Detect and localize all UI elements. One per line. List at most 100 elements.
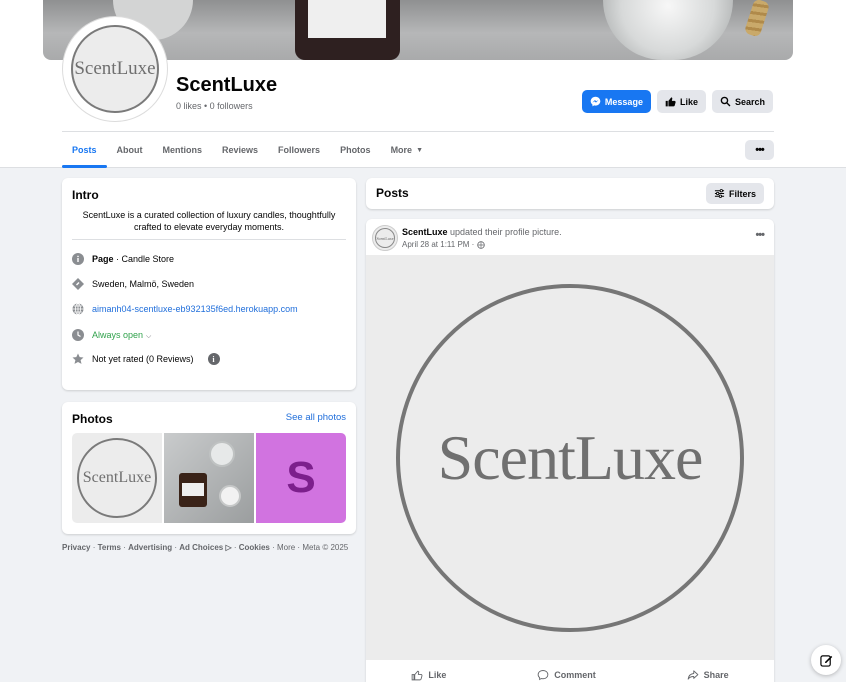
- tab-mentions[interactable]: Mentions: [153, 132, 213, 168]
- photos-title: Photos: [72, 412, 113, 426]
- footer-more[interactable]: More: [277, 543, 295, 552]
- messenger-icon: [590, 96, 601, 107]
- compose-icon: [819, 654, 832, 667]
- avatar-logo: ScentLuxe: [71, 25, 159, 113]
- post-meta: April 28 at 1:11 PM ·: [402, 240, 486, 249]
- info-icon: [72, 253, 84, 265]
- page-header: ScentLuxe ScentLuxe 0 likes • 0 follower…: [0, 0, 846, 168]
- post-comment-button[interactable]: Comment: [537, 669, 596, 681]
- intro-title: Intro: [72, 188, 99, 202]
- tab-photos[interactable]: Photos: [330, 132, 381, 168]
- footer-meta: Meta © 2025: [302, 543, 349, 552]
- post-card: ScentLuxe ScentLuxe updated their profil…: [366, 219, 774, 682]
- post-share-button[interactable]: Share: [687, 669, 729, 681]
- thumbs-up-icon: [665, 97, 676, 107]
- tab-posts[interactable]: Posts: [62, 132, 107, 168]
- page-label: Page: [92, 254, 114, 264]
- page-tabs: Posts About Mentions Reviews Followers P…: [62, 132, 433, 168]
- page-stats: 0 likes • 0 followers: [176, 101, 253, 111]
- chevron-down-icon: ⌵: [146, 332, 152, 340]
- post-like-button[interactable]: Like: [411, 669, 446, 681]
- website-link[interactable]: aimanh04-scentluxe-eb932135f6ed.herokuap…: [92, 304, 298, 314]
- post-options-button[interactable]: •••: [755, 229, 765, 241]
- new-message-button[interactable]: [811, 645, 841, 675]
- location-icon: [72, 278, 84, 290]
- tab-followers[interactable]: Followers: [268, 132, 330, 168]
- post-timestamp[interactable]: April 28 at 1:11 PM ·: [402, 240, 474, 249]
- hours-dropdown[interactable]: Always open ⌵: [92, 330, 151, 341]
- post-share-label: Share: [703, 669, 729, 680]
- photo-thumbnail-candles[interactable]: [164, 433, 254, 523]
- comment-icon: [537, 669, 549, 680]
- intro-divider: [72, 239, 346, 240]
- page-actions: Message Like Search: [581, 90, 773, 113]
- footer-advertising[interactable]: Advertising: [128, 543, 172, 552]
- search-page-button[interactable]: Search: [711, 90, 773, 113]
- clock-icon: [72, 329, 84, 341]
- message-button-label: Message: [604, 96, 643, 107]
- intro-page-category: Page · Candle Store: [72, 253, 174, 265]
- intro-website: aimanh04-scentluxe-eb932135f6ed.herokuap…: [72, 303, 298, 315]
- hours-text: Always open: [92, 329, 144, 340]
- post-action-text: updated their profile picture.: [447, 227, 562, 237]
- share-icon: [687, 669, 698, 680]
- globe-icon: [72, 303, 84, 315]
- footer-terms[interactable]: Terms: [98, 543, 121, 552]
- post-author-name[interactable]: ScentLuxe: [402, 227, 448, 237]
- caret-down-icon: ▼: [416, 146, 424, 154]
- star-icon: [72, 353, 84, 365]
- profile-avatar[interactable]: ScentLuxe: [63, 17, 167, 121]
- rating-text: Not yet rated (0 Reviews): [92, 354, 194, 364]
- cover-bottle-label: [308, 0, 386, 38]
- post-header-text: ScentLuxe updated their profile picture.: [402, 227, 562, 237]
- tab-reviews[interactable]: Reviews: [212, 132, 268, 168]
- intro-card: Intro ScentLuxe is a curated collection …: [62, 178, 356, 390]
- footer-links: Privacy · Terms · Advertising · Ad Choic…: [62, 543, 349, 552]
- search-icon: [720, 96, 731, 107]
- posts-title: Posts: [376, 186, 409, 200]
- post-avatar-logo: ScentLuxe: [375, 228, 395, 248]
- footer-cookies[interactable]: Cookies: [239, 543, 270, 552]
- post-author-avatar[interactable]: ScentLuxe: [372, 225, 398, 251]
- search-page-label: Search: [734, 96, 765, 107]
- post-image[interactable]: ScentLuxe: [366, 255, 774, 660]
- photo-grid: ScentLuxe S: [72, 433, 346, 523]
- globe-icon: [477, 240, 486, 249]
- candle-top: [209, 441, 235, 467]
- page-category: · Candle Store: [113, 254, 175, 264]
- sliders-icon: [714, 189, 725, 198]
- intro-rating: Not yet rated (0 Reviews) i: [72, 353, 220, 365]
- footer-privacy[interactable]: Privacy: [62, 543, 90, 552]
- footer-ad-choices[interactable]: Ad Choices ▷: [179, 543, 231, 552]
- photos-card: Photos See all photos ScentLuxe S: [62, 402, 356, 534]
- photo-thumbnail-logo[interactable]: ScentLuxe: [72, 433, 162, 523]
- rating-info-icon[interactable]: i: [207, 353, 220, 365]
- tab-about[interactable]: About: [107, 132, 153, 168]
- cover-wheat: [743, 0, 771, 38]
- post-action-bar: Like Comment Share: [366, 660, 774, 682]
- intro-hours: Always open ⌵: [72, 329, 151, 341]
- photo-thumbnail-s[interactable]: S: [256, 433, 346, 523]
- posts-header-card: Posts Filters: [366, 178, 774, 209]
- message-button[interactable]: Message: [581, 90, 651, 113]
- like-page-button[interactable]: Like: [656, 90, 706, 113]
- filters-label: Filters: [728, 188, 756, 199]
- tab-more-label: More: [390, 145, 413, 155]
- post-image-logo: ScentLuxe: [396, 283, 744, 632]
- tab-more[interactable]: More ▼: [381, 132, 433, 168]
- see-all-photos-link[interactable]: See all photos: [286, 412, 346, 423]
- candle-jar: [179, 473, 207, 507]
- post-comment-label: Comment: [554, 669, 596, 680]
- filters-button[interactable]: Filters: [705, 183, 764, 204]
- post-like-label: Like: [428, 669, 447, 680]
- thumbs-up-icon: [412, 670, 423, 680]
- intro-bio: ScentLuxe is a curated collection of lux…: [82, 210, 336, 232]
- like-page-label: Like: [679, 96, 698, 107]
- logo-ring: ScentLuxe: [77, 438, 157, 518]
- location-text: Sweden, Malmö, Sweden: [92, 279, 195, 289]
- cover-candle-jar: [603, 0, 733, 60]
- candle-bottom: [219, 485, 241, 507]
- more-options-button[interactable]: •••: [745, 140, 774, 160]
- page-title: ScentLuxe: [176, 74, 278, 96]
- intro-location: Sweden, Malmö, Sweden: [72, 278, 194, 290]
